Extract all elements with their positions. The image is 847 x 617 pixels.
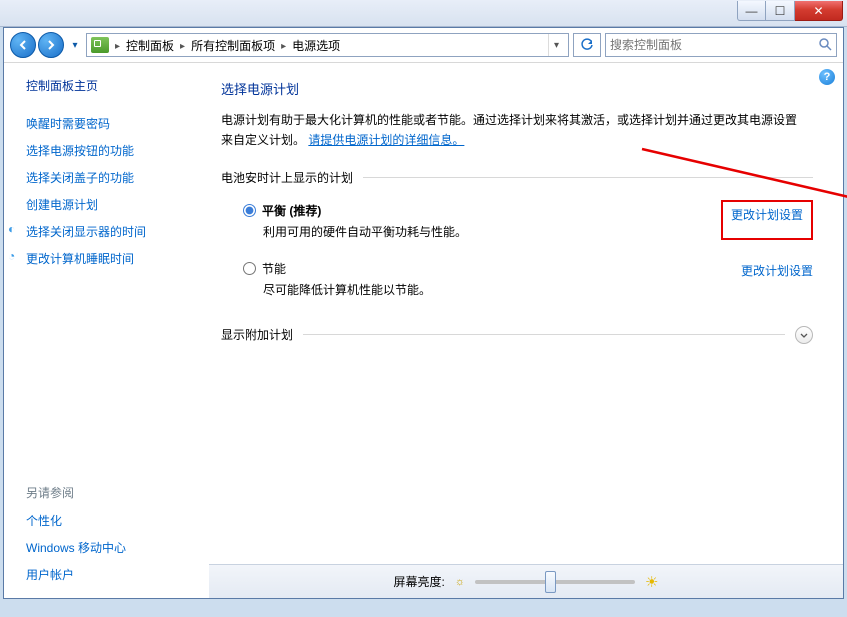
plan-name: 节能 <box>262 260 286 277</box>
nav-back-button[interactable] <box>10 32 36 58</box>
sun-dim-icon: ☼ <box>455 576 465 588</box>
plan-radio-powersaver[interactable] <box>243 262 256 275</box>
breadcrumb-sep-icon <box>281 38 286 52</box>
clock-icon <box>8 249 22 263</box>
sidebar-item-lid-close[interactable]: 选择关闭盖子的功能 <box>26 164 203 191</box>
breadcrumb-level3[interactable]: 电源选项 <box>292 37 340 54</box>
desc-more-link[interactable]: 请提供电源计划的详细信息。 <box>308 133 464 147</box>
show-additional-plans[interactable]: 显示附加计划 <box>221 326 813 344</box>
nav-forward-button[interactable] <box>38 32 64 58</box>
slider-thumb[interactable] <box>545 571 556 593</box>
sidebar-item-wake-password[interactable]: 唤醒时需要密码 <box>26 110 203 137</box>
annotation-highlight: 更改计划设置 <box>721 200 813 240</box>
page-description: 电源计划有助于最大化计算机的性能或者节能。通过选择计划来将其激活，或选择计划并通… <box>221 110 801 151</box>
breadcrumb-level2[interactable]: 所有控制面板项 <box>191 37 275 54</box>
see-also-heading: 另请参阅 <box>26 484 203 501</box>
sidebar-home-link[interactable]: 控制面板主页 <box>26 77 203 94</box>
divider <box>303 334 785 335</box>
breadcrumb-sep-icon <box>180 38 185 52</box>
close-button[interactable]: ✕ <box>795 1 843 21</box>
titlebar: — ☐ ✕ <box>0 0 847 27</box>
plan-radio-balanced[interactable] <box>243 204 256 217</box>
expander-label: 显示附加计划 <box>221 326 293 343</box>
sun-bright-icon: ☀ <box>645 573 658 591</box>
search-box[interactable] <box>605 33 837 57</box>
address-dropdown[interactable] <box>548 34 564 56</box>
seealso-mobility-center[interactable]: Windows 移动中心 <box>26 534 203 561</box>
content: 控制面板主页 唤醒时需要密码 选择电源按钮的功能 选择关闭盖子的功能 创建电源计… <box>4 62 843 598</box>
sidebar-item-label: 更改计算机睡眠时间 <box>26 252 134 266</box>
sidebar-item-display-off[interactable]: 选择关闭显示器的时间 <box>12 218 203 245</box>
control-panel-icon <box>91 37 109 53</box>
sidebar-item-label: 选择关闭显示器的时间 <box>26 225 146 239</box>
plan-powersaver: 节能 尽可能降低计算机性能以节能。 更改计划设置 <box>221 250 813 308</box>
group-label-text: 电池安时计上显示的计划 <box>221 169 353 186</box>
brightness-label: 屏幕亮度: <box>394 573 445 590</box>
address-bar[interactable]: 控制面板 所有控制面板项 电源选项 <box>86 33 569 57</box>
navbar: 控制面板 所有控制面板项 电源选项 <box>4 28 843 62</box>
breadcrumb-level1[interactable]: 控制面板 <box>126 37 174 54</box>
search-input[interactable] <box>610 38 818 52</box>
sidebar: 控制面板主页 唤醒时需要密码 选择电源按钮的功能 选择关闭盖子的功能 创建电源计… <box>4 63 209 598</box>
sidebar-item-create-plan[interactable]: 创建电源计划 <box>26 191 203 218</box>
change-plan-settings-link[interactable]: 更改计划设置 <box>731 206 803 222</box>
plan-group-label: 电池安时计上显示的计划 <box>221 169 813 186</box>
plan-name: 平衡 (推荐) <box>262 202 321 219</box>
main-panel: ? 选择电源计划 电源计划有助于最大化计算机的性能或者节能。通过选择计划来将其激… <box>209 63 843 598</box>
plan-balanced: 平衡 (推荐) 利用可用的硬件自动平衡功耗与性能。 更改计划设置 <box>221 192 813 250</box>
search-icon <box>818 37 832 54</box>
plan-desc: 尽可能降低计算机性能以节能。 <box>243 281 741 298</box>
brightness-slider[interactable] <box>475 580 635 584</box>
seealso-user-accounts[interactable]: 用户帐户 <box>26 561 203 588</box>
shield-icon <box>8 222 22 236</box>
refresh-button[interactable] <box>573 33 601 57</box>
minimize-button[interactable]: — <box>737 1 766 21</box>
plan-desc: 利用可用的硬件自动平衡功耗与性能。 <box>243 223 721 240</box>
maximize-button[interactable]: ☐ <box>766 1 795 21</box>
seealso-personalization[interactable]: 个性化 <box>26 507 203 534</box>
sidebar-item-sleep-time[interactable]: 更改计算机睡眠时间 <box>12 245 203 272</box>
sidebar-item-power-button[interactable]: 选择电源按钮的功能 <box>26 137 203 164</box>
brightness-bar: 屏幕亮度: ☼ ☀ <box>209 564 843 598</box>
page-title: 选择电源计划 <box>221 79 813 98</box>
change-plan-settings-link[interactable]: 更改计划设置 <box>741 260 813 298</box>
help-icon[interactable]: ? <box>819 69 835 85</box>
nav-history-dropdown[interactable] <box>68 32 82 58</box>
breadcrumb-sep-icon <box>115 38 120 52</box>
chevron-down-icon <box>795 326 813 344</box>
window-buttons: — ☐ ✕ <box>737 1 843 21</box>
window: 控制面板 所有控制面板项 电源选项 控制面板主页 唤醒时需要密码 选择电源按钮的… <box>3 27 844 599</box>
divider <box>363 177 813 178</box>
